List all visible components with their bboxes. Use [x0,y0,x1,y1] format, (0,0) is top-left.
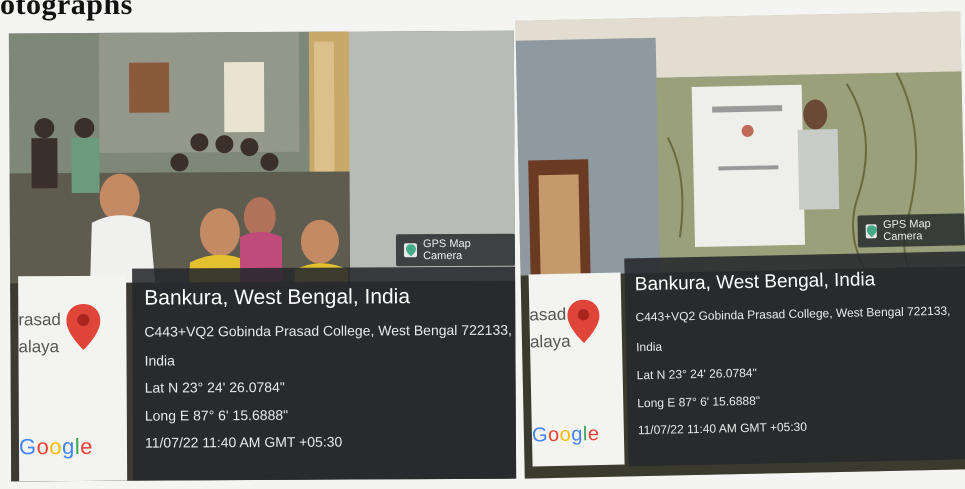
datetime-text: 11/07/22 11:40 AM GMT +05:30 [144,433,343,451]
map-pin-icon [403,243,418,258]
map-thumbnail-text-1: rasad [18,310,61,330]
page-heading: otographs [0,0,133,21]
map-thumbnail: rasad alaya Google [18,275,128,482]
location-title: Bankura, West Bengal, India [634,269,876,296]
map-thumbnail: asad alaya Google [528,272,625,467]
latitude-text: Lat N 23° 24' 26.0784" [636,365,757,383]
map-thumbnail-text-2: alaya [18,337,60,357]
location-title: Bankura, West Bengal, India [144,285,411,310]
latitude-text: Lat N 23° 24' 26.0784" [144,378,285,396]
location-info-panel: Bankura, West Bengal, India C443+VQ2 Gob… [132,266,517,481]
longitude-text: Long E 87° 6' 15.6888" [637,393,761,411]
google-logo: Google [18,433,94,460]
map-pin-icon [865,224,878,239]
address-line-1: C443+VQ2 Gobinda Prasad College, West Be… [635,303,951,325]
gps-camera-tag: GPS Map Camera [395,233,516,267]
google-logo: Google [531,423,600,447]
location-info-panel: Bankura, West Bengal, India C443+VQ2 Gob… [624,251,965,467]
datetime-text: 11/07/22 11:40 AM GMT +05:30 [637,419,808,438]
location-marker-icon [567,299,600,343]
address-line-2: India [635,339,663,355]
address-line-2: India [144,352,175,369]
map-thumbnail-text-2: alaya [529,331,571,352]
location-marker-icon [66,303,101,350]
photo-presenter: GPS Map Camera asad alaya Google Bankura… [515,11,965,479]
longitude-text: Long E 87° 6' 15.6888" [144,406,289,424]
photo-classroom-audience: GPS Map Camera rasad alaya Google Bankur… [8,30,517,482]
gps-camera-label: GPS Map Camera [422,237,471,263]
map-thumbnail-text-1: asad [529,304,567,325]
gps-camera-label: GPS Map Camera [882,218,931,244]
address-line-1: C443+VQ2 Gobinda Prasad College, West Be… [144,321,512,340]
gps-camera-tag: GPS Map Camera [857,213,965,248]
